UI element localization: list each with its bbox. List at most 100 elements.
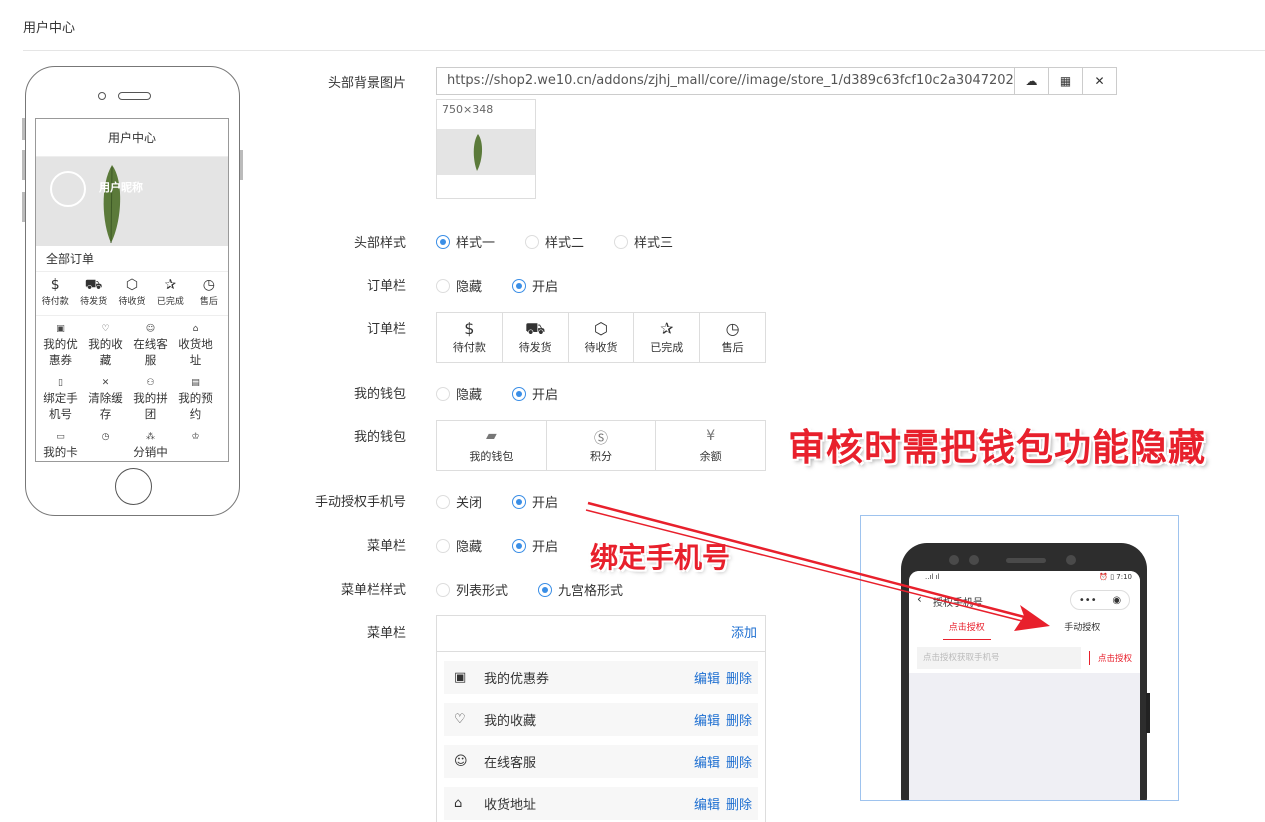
wallet-icon: ▰ bbox=[485, 428, 497, 444]
delete-button[interactable]: 删除 bbox=[726, 668, 752, 687]
radio-circle-icon[interactable] bbox=[512, 386, 527, 401]
radio-circle-icon[interactable] bbox=[436, 582, 450, 597]
money-bag-icon: ¥ bbox=[706, 428, 716, 444]
speaker-icon bbox=[118, 92, 151, 100]
preview-menu-label: 在线客服 bbox=[133, 337, 168, 367]
order-icon-cell[interactable]: $ 待付款 bbox=[437, 313, 503, 362]
delete-button[interactable]: 删除 bbox=[726, 710, 752, 729]
home-icon: ⌂ bbox=[454, 796, 463, 811]
menu-list-item: ♡ 我的收藏 编辑 删除 bbox=[444, 703, 758, 736]
radio-option[interactable]: 列表形式 bbox=[436, 580, 508, 599]
add-button[interactable]: 添加 bbox=[731, 626, 757, 641]
radio-option[interactable]: 开启 bbox=[512, 384, 558, 403]
radio-option[interactable]: 开启 bbox=[512, 492, 558, 511]
menu-style-radio-group: 列表形式 九宫格形式 bbox=[436, 580, 653, 599]
capsule-menu[interactable]: ••• ◉ bbox=[1070, 590, 1130, 610]
status-right: ⏰ ▯ 7:10 bbox=[1099, 573, 1132, 581]
edit-button[interactable]: 编辑 bbox=[694, 668, 720, 687]
nav-title: 授权手机号 bbox=[933, 598, 983, 609]
radio-option[interactable]: 隐藏 bbox=[436, 536, 482, 555]
tab-click-authorize[interactable]: 点击授权 bbox=[909, 615, 1025, 643]
radio-circle-icon[interactable] bbox=[538, 582, 553, 597]
page-title: 用户中心 bbox=[23, 21, 76, 36]
radio-option[interactable]: 开启 bbox=[512, 536, 558, 555]
upload-button[interactable]: ☁ bbox=[1014, 68, 1048, 94]
order-icon-cell[interactable]: ✰ 已完成 bbox=[634, 313, 701, 362]
authorize-button[interactable]: 点击授权 bbox=[1098, 652, 1132, 664]
radio-circle-icon[interactable] bbox=[436, 538, 450, 553]
radio-option[interactable]: 样式三 bbox=[614, 232, 673, 251]
edit-button[interactable]: 编辑 bbox=[694, 710, 720, 729]
header-style-label: 头部样式 bbox=[353, 236, 406, 251]
target-icon[interactable]: ◉ bbox=[1112, 595, 1121, 606]
delete-button[interactable]: 删除 bbox=[726, 752, 752, 771]
order-icon-cell[interactable]: ⛟ 待发货 bbox=[503, 313, 569, 362]
radio-option[interactable]: 开启 bbox=[512, 276, 558, 295]
radio-label: 九宫格形式 bbox=[558, 584, 624, 599]
bind-phone-annotation: 绑定手机号 bbox=[590, 541, 731, 574]
header-bg-url-input[interactable]: https://shop2.we10.cn/addons/zjhj_mall/c… bbox=[437, 68, 1014, 94]
header-bg-url-group: https://shop2.we10.cn/addons/zjhj_mall/c… bbox=[436, 67, 1117, 95]
radio-circle-icon[interactable] bbox=[436, 494, 450, 509]
gallery-button[interactable]: ▦ bbox=[1048, 68, 1082, 94]
preview-menu-grid: ▣ 我的优惠券 ♡ 我的收藏 ☺ 在线客服 ⌂ 收货地址 ▯ 绑定手机号 ✕ 清除缓存 ⚇ 我的拼团 ▤ 我的… bbox=[36, 316, 228, 461]
radio-label: 隐藏 bbox=[456, 540, 483, 555]
device-screen: ..ıl ıl ⏰ ▯ 7:10 ‹ 授权手机号 ••• ◉ 点击授权 手动授权… bbox=[909, 571, 1141, 800]
menu-item-label: 收货地址 bbox=[484, 798, 537, 813]
back-icon[interactable]: ‹ bbox=[917, 592, 922, 606]
wallet-icon-cell[interactable]: ¥ 余额 bbox=[656, 421, 765, 470]
order-icon-label: 待发货 bbox=[518, 341, 552, 354]
order-icon-cell[interactable]: ◷ 售后 bbox=[700, 313, 765, 362]
speaker-icon bbox=[1006, 558, 1046, 563]
radio-circle-icon[interactable] bbox=[512, 538, 527, 553]
radio-option[interactable]: 九宫格形式 bbox=[538, 580, 623, 599]
home-icon: ⌂ bbox=[192, 324, 199, 334]
radio-circle-icon[interactable] bbox=[512, 278, 527, 293]
radio-circle-icon[interactable] bbox=[436, 278, 450, 293]
heart-icon: ♡ bbox=[101, 324, 110, 334]
preview-order-item: ⛟ 待发货 bbox=[74, 272, 112, 315]
size-hint: 750×348 bbox=[442, 103, 494, 116]
menu-toggle-label: 菜单栏 bbox=[366, 539, 406, 554]
preview-menu-label: 我的卡 bbox=[43, 445, 78, 459]
radio-circle-icon[interactable] bbox=[512, 494, 527, 509]
edit-button[interactable]: 编辑 bbox=[694, 794, 720, 813]
truck-icon: ⛟ bbox=[525, 319, 546, 338]
order-icon-cell[interactable]: ⬡ 待收货 bbox=[569, 313, 635, 362]
header-style-radio-group: 样式一 样式二 样式三 bbox=[436, 232, 703, 251]
menu-item-label: 我的优惠券 bbox=[484, 672, 550, 687]
wallet-icon-cell[interactable]: Ⓢ 积分 bbox=[547, 421, 657, 470]
side-button bbox=[1146, 693, 1150, 733]
tab-label: 点击授权 bbox=[942, 623, 991, 640]
edit-button[interactable]: 编辑 bbox=[694, 752, 720, 771]
wallet-icons-label: 我的钱包 bbox=[353, 430, 406, 445]
radio-option[interactable]: 隐藏 bbox=[436, 276, 482, 295]
radio-circle-icon[interactable] bbox=[525, 234, 540, 249]
radio-option[interactable]: 样式一 bbox=[436, 232, 495, 251]
radio-option[interactable]: 关闭 bbox=[436, 492, 482, 511]
tab-manual-authorize[interactable]: 手动授权 bbox=[1025, 615, 1141, 643]
wallet-icon-cell[interactable]: ▰ 我的钱包 bbox=[437, 421, 547, 470]
pin-icon: ✰ bbox=[164, 277, 177, 293]
radio-circle-icon[interactable] bbox=[436, 234, 450, 249]
clock-icon: ◷ bbox=[101, 432, 110, 442]
preview-order-item: ◷ 售后 bbox=[190, 272, 228, 315]
delete-button[interactable]: 删除 bbox=[726, 794, 752, 813]
radio-circle-icon[interactable] bbox=[614, 234, 629, 249]
radio-label: 样式二 bbox=[545, 236, 585, 251]
close-icon: ✕ bbox=[1094, 74, 1105, 88]
header-bg-preview[interactable]: 750×348 bbox=[436, 99, 536, 199]
more-icon[interactable]: ••• bbox=[1079, 595, 1097, 606]
radio-option[interactable]: 隐藏 bbox=[436, 384, 482, 403]
menu-list-item: ⌂ 收货地址 编辑 删除 bbox=[444, 787, 758, 820]
radio-option[interactable]: 样式二 bbox=[525, 232, 584, 251]
clear-button[interactable]: ✕ bbox=[1082, 68, 1116, 94]
phone-input[interactable]: 点击授权获取手机号 bbox=[917, 647, 1081, 669]
radio-circle-icon[interactable] bbox=[436, 386, 450, 401]
close-icon: ✕ bbox=[101, 378, 110, 388]
manual-phone-radio-group: 关闭 开启 bbox=[436, 492, 588, 511]
phone-side-button bbox=[22, 118, 25, 140]
preview-banner: 用户昵称 bbox=[36, 157, 228, 246]
nav-bar: ‹ 授权手机号 ••• ◉ bbox=[909, 585, 1140, 615]
box-icon: ⬡ bbox=[125, 277, 139, 293]
